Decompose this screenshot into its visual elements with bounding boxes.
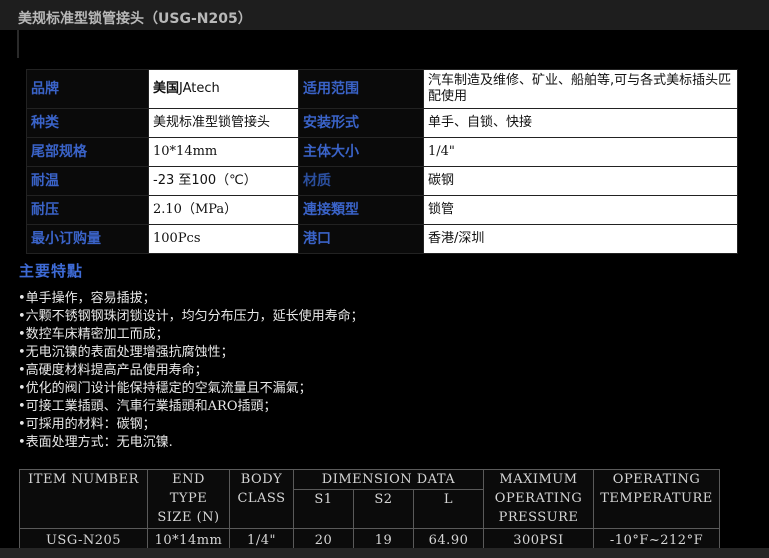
header-max-line2: OPERATING: [494, 491, 583, 506]
header-end-type-line3: SIZE (N): [157, 510, 220, 525]
material-value: 碳钢: [423, 166, 738, 196]
temp-value: -23 至100（℃）: [148, 166, 299, 196]
spec-row-brand: 品牌 美国JAtech 适用范围 汽车制造及维修、矿业、船舶等,可与各式美标插头…: [26, 69, 738, 109]
header-optemp-line1: OPERATING: [612, 472, 701, 487]
header-end-type-line2: TYPE: [169, 491, 208, 506]
header-l: L: [413, 489, 484, 529]
tail-label: 尾部规格: [26, 137, 149, 167]
dimension-table: ITEM NUMBER END TYPE SIZE (N) BODY CLASS…: [19, 469, 720, 552]
spec-row-moq: 最小订购量 100Pcs 港口 香港/深圳: [26, 224, 738, 254]
brand-value: 美国JAtech: [148, 69, 299, 109]
header-max-line1: MAXIMUM: [499, 472, 578, 487]
pressure-value: 2.10（MPa）: [148, 195, 299, 225]
body-size-label: 主体大小: [298, 137, 424, 167]
moq-value: 100Pcs: [148, 224, 299, 254]
feature-item: •六颗不锈钢钢珠闭锁设计，均匀分布压力，延长使用寿命；: [18, 309, 364, 324]
features-list: •单手操作，容易插拔； •六颗不锈钢钢珠闭锁设计，均匀分布压力，延长使用寿命； …: [18, 290, 364, 452]
port-label: 港口: [298, 224, 424, 254]
mount-value: 单手、自锁、快接: [423, 108, 738, 138]
feature-item: •可接工業插頭、汽車行業插頭和ARO插頭；: [18, 399, 277, 414]
pressure-label: 耐压: [26, 195, 149, 225]
type-value: 美规标准型锁管接头: [148, 108, 299, 138]
header-max-line3: PRESSURE: [498, 510, 579, 525]
features-heading: 主要特點: [19, 262, 84, 280]
port-value: 香港/深圳: [423, 224, 738, 254]
page-title: 美规标准型锁管接头（USG-N205）: [18, 11, 252, 27]
material-label: 材质: [298, 166, 424, 196]
moq-label: 最小订购量: [26, 224, 149, 254]
feature-item: •单手操作，容易插拔；: [18, 291, 156, 306]
title-bar: 美规标准型锁管接头（USG-N205）: [0, 0, 769, 30]
spec-row-pressure: 耐压 2.10（MPa） 連接類型 锁管: [26, 195, 738, 225]
feature-item: •表面处理方式：无电沉镍.: [18, 435, 173, 450]
header-end-type-line1: END: [172, 472, 205, 487]
spec-row-tail: 尾部规格 10*14mm 主体大小 1/4": [26, 137, 738, 167]
header-end-type: END TYPE SIZE (N): [147, 469, 230, 529]
feature-item: •数控车床精密加工而成；: [18, 327, 169, 342]
brand-prefix: 美国: [153, 81, 180, 96]
header-op-temp: OPERATING TEMPERATURE: [593, 469, 720, 529]
range-value: 汽车制造及维修、矿业、船舶等,可与各式美标插头匹配使用: [423, 69, 738, 109]
dims-header-row-1: ITEM NUMBER END TYPE SIZE (N) BODY CLASS…: [19, 469, 720, 529]
tail-value: 10*14mm: [148, 137, 299, 167]
type-label: 种类: [26, 108, 149, 138]
header-s1: S1: [293, 489, 354, 529]
header-s2: S2: [353, 489, 414, 529]
left-rule: [17, 30, 19, 58]
range-label: 适用范围: [298, 69, 424, 109]
feature-item: •无电沉镍的表面处理增强抗腐蚀性；: [18, 345, 234, 360]
bottom-strip: [0, 548, 769, 558]
spec-row-temp: 耐温 -23 至100（℃） 材质 碳钢: [26, 166, 738, 196]
header-optemp-line2: TEMPERATURE: [600, 491, 713, 506]
connection-value: 锁管: [423, 195, 738, 225]
mount-label: 安装形式: [298, 108, 424, 138]
header-max-pressure: MAXIMUM OPERATING PRESSURE: [483, 469, 594, 529]
body-size-value: 1/4": [423, 137, 738, 167]
temp-label: 耐温: [26, 166, 149, 196]
header-body-line1: BODY: [240, 472, 283, 487]
header-item-number: ITEM NUMBER: [19, 469, 148, 529]
feature-item: •可採用的材料：碳钢；: [18, 417, 156, 432]
connection-label: 連接類型: [298, 195, 424, 225]
brand-name: JAtech: [179, 81, 220, 96]
brand-label: 品牌: [26, 69, 149, 109]
feature-item: •高硬度材料提高产品使用寿命；: [18, 363, 208, 378]
spec-table: 品牌 美国JAtech 适用范围 汽车制造及维修、矿业、船舶等,可与各式美标插头…: [26, 69, 738, 254]
header-body-line2: CLASS: [237, 491, 286, 506]
feature-item: •优化的阀门设计能保持穩定的空氣流量且不漏氣；: [18, 381, 312, 396]
header-dimension-data: DIMENSION DATA: [293, 469, 484, 490]
spec-row-type: 种类 美规标准型锁管接头 安装形式 单手、自锁、快接: [26, 108, 738, 138]
header-body-class: BODY CLASS: [229, 469, 294, 529]
